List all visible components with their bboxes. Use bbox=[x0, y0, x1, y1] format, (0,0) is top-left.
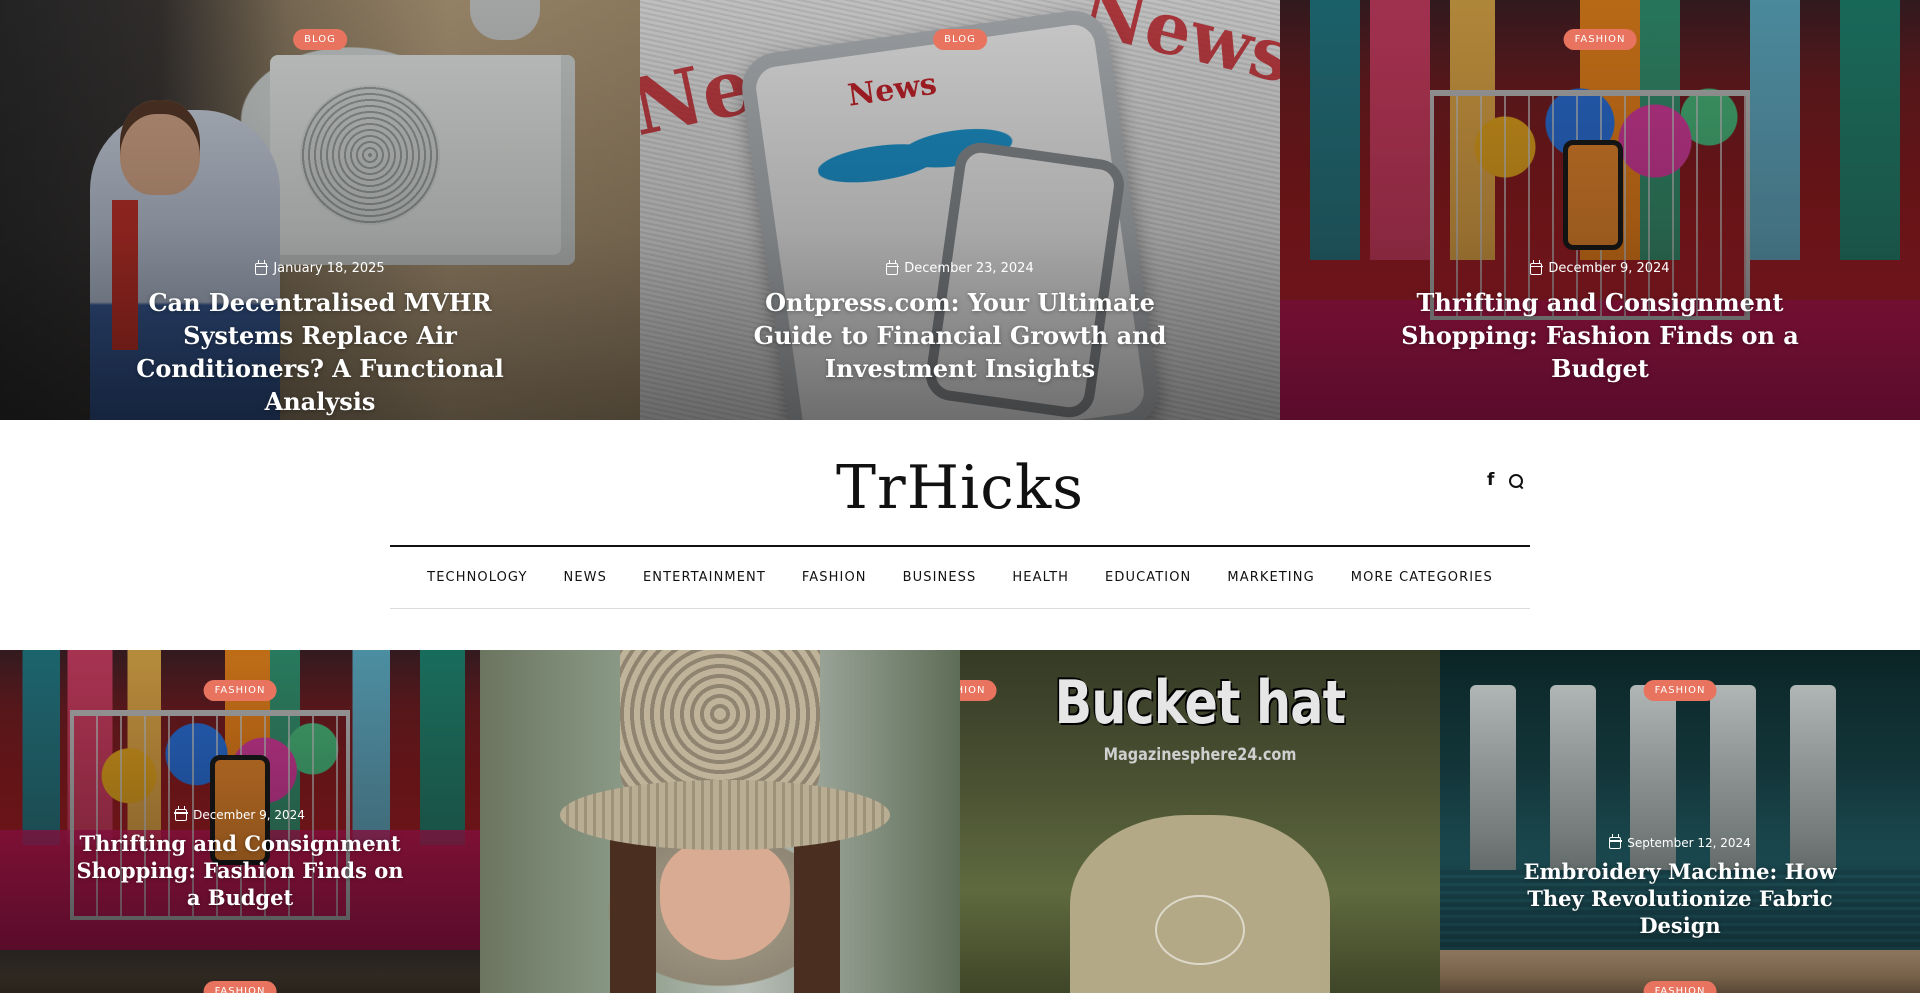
post-date-text: September 12, 2024 bbox=[1627, 836, 1751, 850]
main-nav: TECHNOLOGY NEWS ENTERTAINMENT FASHION BU… bbox=[390, 547, 1530, 609]
nav-item-health[interactable]: HEALTH bbox=[994, 570, 1087, 585]
post-date: December 23, 2024 bbox=[640, 259, 1280, 276]
crochet-hat-image[interactable] bbox=[480, 650, 960, 993]
facebook-icon[interactable]: f bbox=[1487, 472, 1494, 489]
grid-post-4[interactable]: FASHION September 12, 2024 Embroidery Ma… bbox=[1440, 650, 1920, 950]
post-title[interactable]: Ontpress.com: Your Ultimate Guide to Fin… bbox=[740, 286, 1180, 385]
nav-item-technology[interactable]: TECHNOLOGY bbox=[409, 570, 545, 585]
post-date-text: January 18, 2025 bbox=[273, 261, 385, 276]
featured-post-3[interactable]: FASHION December 9, 2024 Thrifting and C… bbox=[1280, 0, 1920, 420]
post-date: December 9, 2024 bbox=[1280, 259, 1920, 276]
post-title[interactable]: Embroidery Machine: How They Revolutioni… bbox=[1510, 858, 1850, 939]
nav-item-fashion[interactable]: FASHION bbox=[784, 570, 885, 585]
category-badge[interactable]: FASHION bbox=[1643, 981, 1717, 993]
grid-post-3[interactable]: Bucket hat Magazinesphere24.com FASHION bbox=[960, 650, 1440, 993]
post-title[interactable]: Can Decentralised MVHR Systems Replace A… bbox=[100, 286, 540, 418]
search-icon[interactable] bbox=[1508, 473, 1524, 489]
header-icons: f bbox=[1487, 472, 1524, 489]
post-date: September 12, 2024 bbox=[1440, 834, 1920, 850]
featured-post-2[interactable]: NewsNews News BLOG December 23, 2024 Ont… bbox=[640, 0, 1280, 420]
category-badge[interactable]: BLOG bbox=[293, 29, 347, 50]
image-heading: Bucket hat bbox=[1054, 668, 1346, 738]
grid-post-partial-left[interactable]: FASHION bbox=[0, 950, 480, 993]
featured-slider: BLOG January 18, 2025 Can Decentralised … bbox=[0, 0, 1920, 420]
calendar-icon bbox=[885, 259, 899, 275]
category-badge[interactable]: FASHION bbox=[203, 981, 277, 993]
featured-post-1[interactable]: BLOG January 18, 2025 Can Decentralised … bbox=[0, 0, 640, 420]
nav-item-news[interactable]: NEWS bbox=[546, 570, 625, 585]
nav-item-more-categories[interactable]: MORE CATEGORIES bbox=[1333, 570, 1511, 585]
post-title[interactable]: Thrifting and Consignment Shopping: Fash… bbox=[1380, 286, 1820, 385]
nav-item-entertainment[interactable]: ENTERTAINMENT bbox=[625, 570, 784, 585]
calendar-icon bbox=[174, 806, 188, 821]
calendar-icon bbox=[1529, 259, 1543, 275]
category-badge[interactable]: BLOG bbox=[933, 29, 987, 50]
post-date-text: December 9, 2024 bbox=[193, 808, 305, 822]
site-logo[interactable]: TrHicks bbox=[0, 453, 1920, 523]
grid-post-1[interactable]: FASHION December 9, 2024 Thrifting and C… bbox=[0, 650, 480, 950]
bucket-hat-image[interactable]: Bucket hat Magazinesphere24.com bbox=[960, 650, 1440, 993]
category-badge[interactable]: FASHION bbox=[960, 680, 997, 701]
post-date-text: December 23, 2024 bbox=[904, 261, 1034, 276]
post-date-text: December 9, 2024 bbox=[1548, 261, 1670, 276]
post-date: January 18, 2025 bbox=[0, 259, 640, 276]
image-subheading: Magazinesphere24.com bbox=[1103, 745, 1297, 765]
category-badge[interactable]: FASHION bbox=[1643, 680, 1717, 701]
grid-post-2[interactable] bbox=[480, 650, 960, 993]
post-date: December 9, 2024 bbox=[0, 806, 480, 822]
category-badge[interactable]: FASHION bbox=[1563, 29, 1637, 50]
nav-item-education[interactable]: EDUCATION bbox=[1087, 570, 1209, 585]
post-title[interactable]: Thrifting and Consignment Shopping: Fash… bbox=[70, 830, 410, 911]
post-grid: FASHION December 9, 2024 Thrifting and C… bbox=[0, 650, 1920, 993]
calendar-icon bbox=[1608, 834, 1622, 849]
site-header: TrHicks f TECHNOLOGY NEWS ENTERTAINMENT … bbox=[0, 420, 1920, 650]
category-badge[interactable]: FASHION bbox=[203, 680, 277, 701]
nav-item-marketing[interactable]: MARKETING bbox=[1209, 570, 1332, 585]
calendar-icon bbox=[254, 259, 268, 275]
grid-post-partial-right[interactable]: FASHION bbox=[1440, 950, 1920, 993]
nav-item-business[interactable]: BUSINESS bbox=[885, 570, 995, 585]
